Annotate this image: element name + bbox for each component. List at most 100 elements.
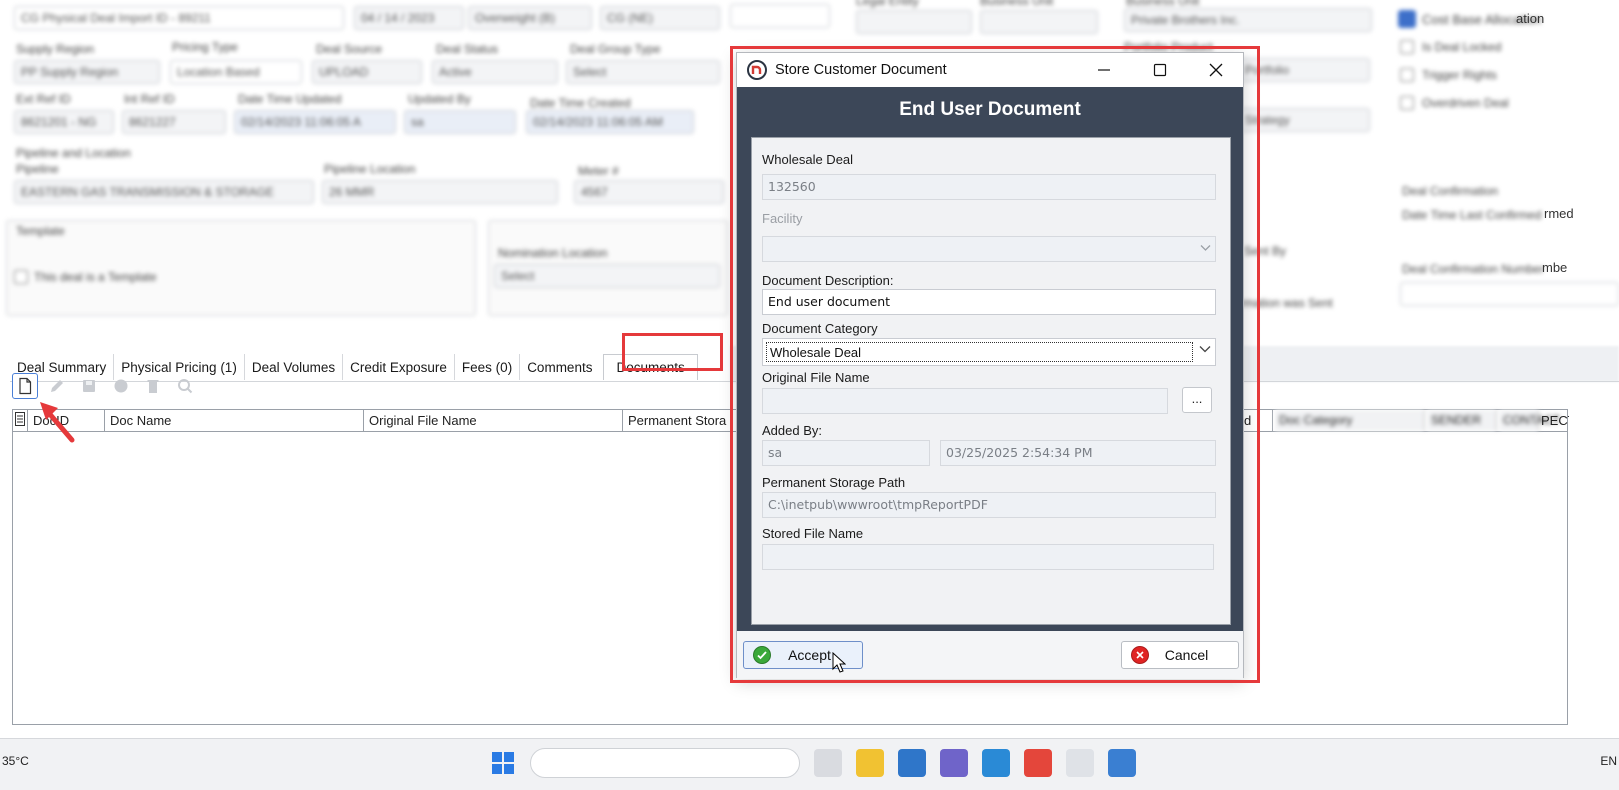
column-prospect[interactable]: PECT bbox=[1539, 410, 1569, 431]
dialog-titlebar[interactable]: Store Customer Document bbox=[737, 53, 1243, 87]
pencil-icon bbox=[51, 380, 63, 392]
bg-label: Pipeline and Location bbox=[16, 146, 131, 160]
magnifier-icon bbox=[178, 379, 193, 394]
bg-empty-field bbox=[730, 4, 830, 28]
bg-label: Int Ref ID bbox=[124, 92, 175, 106]
bg-label: Deal Confirmation bbox=[1402, 184, 1499, 198]
bg-label: Template bbox=[16, 224, 65, 238]
column-doc-category[interactable]: Doc Category bbox=[1275, 410, 1425, 431]
bg-blue-checkbox bbox=[1398, 10, 1416, 28]
file-explorer-icon[interactable] bbox=[856, 749, 884, 777]
document-description-input[interactable]: End user document bbox=[762, 289, 1216, 315]
app-icon[interactable] bbox=[1066, 749, 1094, 777]
documents-toolbar bbox=[12, 373, 198, 399]
bg-value: sa bbox=[404, 110, 516, 134]
chevron-down-icon bbox=[1199, 346, 1211, 353]
column-permanent-storage[interactable]: Permanent Stora bbox=[623, 410, 743, 431]
bg-cg-field: CG (NE) bbox=[600, 6, 720, 30]
bg-label: Updated By bbox=[408, 92, 471, 106]
permanent-storage-path-label: Permanent Storage Path bbox=[762, 475, 906, 490]
weather-temperature[interactable]: 35°C bbox=[2, 754, 29, 768]
language-indicator[interactable]: EN bbox=[1600, 754, 1617, 768]
edit-button[interactable] bbox=[44, 373, 70, 399]
red-pointer-arrow-icon bbox=[40, 402, 75, 443]
new-document-button[interactable] bbox=[12, 373, 38, 399]
delete-button[interactable] bbox=[140, 373, 166, 399]
bg-overweight-field: Overweight (B) bbox=[468, 6, 592, 30]
column-chooser-icon[interactable] bbox=[13, 410, 28, 431]
tab-credit-exposure[interactable]: Credit Exposure bbox=[343, 354, 455, 380]
bg-value: UPLOAD bbox=[312, 60, 422, 84]
tab-documents[interactable]: Documents bbox=[603, 354, 698, 380]
bg-label: Date Time Updated bbox=[238, 92, 342, 106]
added-date-field: 03/25/2025 2:54:34 PM bbox=[940, 440, 1216, 466]
remote-desktop-icon[interactable] bbox=[1108, 749, 1136, 777]
dialog-header: End User Document bbox=[737, 87, 1243, 133]
tab-deal-volumes[interactable]: Deal Volumes bbox=[245, 354, 344, 380]
column-doc-name[interactable]: Doc Name bbox=[105, 410, 364, 431]
stored-file-name-field bbox=[762, 544, 1214, 570]
bg-value: Location Based bbox=[170, 60, 302, 84]
bg-value: PP Supply Region bbox=[14, 60, 160, 84]
windows-start-icon[interactable] bbox=[490, 750, 516, 776]
column-partial-d[interactable]: d bbox=[1239, 410, 1273, 431]
maximize-icon bbox=[1153, 63, 1167, 77]
tab-comments[interactable]: Comments bbox=[520, 354, 599, 380]
chrome-icon[interactable] bbox=[1024, 749, 1052, 777]
bg-label: Date Time Created bbox=[530, 96, 631, 110]
bg-value bbox=[1400, 282, 1619, 306]
store-customer-document-dialog: Store Customer Document End User Documen… bbox=[736, 52, 1244, 679]
bg-label: Deal Confirmation Number bbox=[1402, 262, 1545, 276]
view-button[interactable] bbox=[172, 373, 198, 399]
teams-icon[interactable] bbox=[940, 749, 968, 777]
maximize-button[interactable] bbox=[1137, 53, 1183, 87]
column-contact[interactable]: CONTACT bbox=[1499, 410, 1560, 431]
save-button[interactable] bbox=[76, 373, 102, 399]
bg-label: This deal is a Template bbox=[34, 270, 157, 284]
bg-value: 02/14/2023 11:06:05 AM bbox=[526, 110, 694, 134]
close-button[interactable] bbox=[1193, 53, 1239, 87]
original-file-name-field bbox=[762, 388, 1168, 414]
permanent-storage-path-field: C:\inetpub\wwwroot\tmpReportPDF bbox=[762, 492, 1216, 518]
column-sender[interactable]: SENDER bbox=[1427, 410, 1497, 431]
bg-label: Business Unit bbox=[1126, 0, 1200, 8]
bg-value bbox=[856, 10, 972, 34]
bg-label: Sent By bbox=[1244, 244, 1287, 258]
circle-icon bbox=[114, 379, 128, 393]
cancel-button[interactable]: Cancel bbox=[1121, 641, 1239, 669]
bg-template-box bbox=[6, 220, 476, 316]
bg-label: Nomination Location bbox=[498, 246, 608, 260]
chevron-down-icon bbox=[1200, 245, 1211, 251]
bg-label: Pipeline Location bbox=[324, 162, 416, 176]
browse-file-button[interactable]: ... bbox=[1182, 387, 1212, 413]
bg-value: Portfolio bbox=[1238, 58, 1370, 82]
column-original-file-name[interactable]: Original File Name bbox=[364, 410, 623, 431]
bg-cost-base-text: ation bbox=[1516, 11, 1545, 26]
vscode-icon[interactable] bbox=[982, 749, 1010, 777]
bg-label: Is Deal Locked bbox=[1422, 40, 1502, 54]
cancel-x-icon bbox=[1131, 646, 1149, 664]
dialog-window-title: Store Customer Document bbox=[775, 62, 947, 78]
document-category-select[interactable]: Wholesale Deal bbox=[762, 338, 1216, 366]
wholesale-deal-field: 132560 bbox=[762, 174, 1216, 200]
store-icon[interactable] bbox=[898, 749, 926, 777]
bg-value: Strategy bbox=[1238, 108, 1370, 132]
mouse-cursor-icon bbox=[832, 652, 846, 673]
task-view-icon[interactable] bbox=[814, 749, 842, 777]
bg-value: 8621227 bbox=[122, 110, 226, 134]
bg-label: Deal Group Type bbox=[570, 42, 661, 56]
cancel-edit-button[interactable] bbox=[108, 373, 134, 399]
document-form-panel: Wholesale Deal 132560 Facility Document … bbox=[751, 137, 1231, 625]
bg-value: 8621201 - NG bbox=[14, 110, 114, 134]
taskbar-icons bbox=[490, 748, 1136, 778]
bg-confirmed-text: rmed bbox=[1544, 206, 1574, 221]
taskbar-search-box[interactable] bbox=[530, 748, 800, 778]
stored-file-name-label: Stored File Name bbox=[762, 526, 864, 541]
bg-checkbox bbox=[1400, 96, 1414, 110]
minimize-button[interactable] bbox=[1081, 53, 1127, 87]
close-icon bbox=[1209, 63, 1223, 77]
bg-label: Deal Source bbox=[316, 42, 383, 56]
tab-fees[interactable]: Fees (0) bbox=[455, 354, 521, 380]
bg-label: Ext Ref ID bbox=[16, 92, 71, 106]
document-category-value: Wholesale Deal bbox=[766, 342, 1193, 362]
